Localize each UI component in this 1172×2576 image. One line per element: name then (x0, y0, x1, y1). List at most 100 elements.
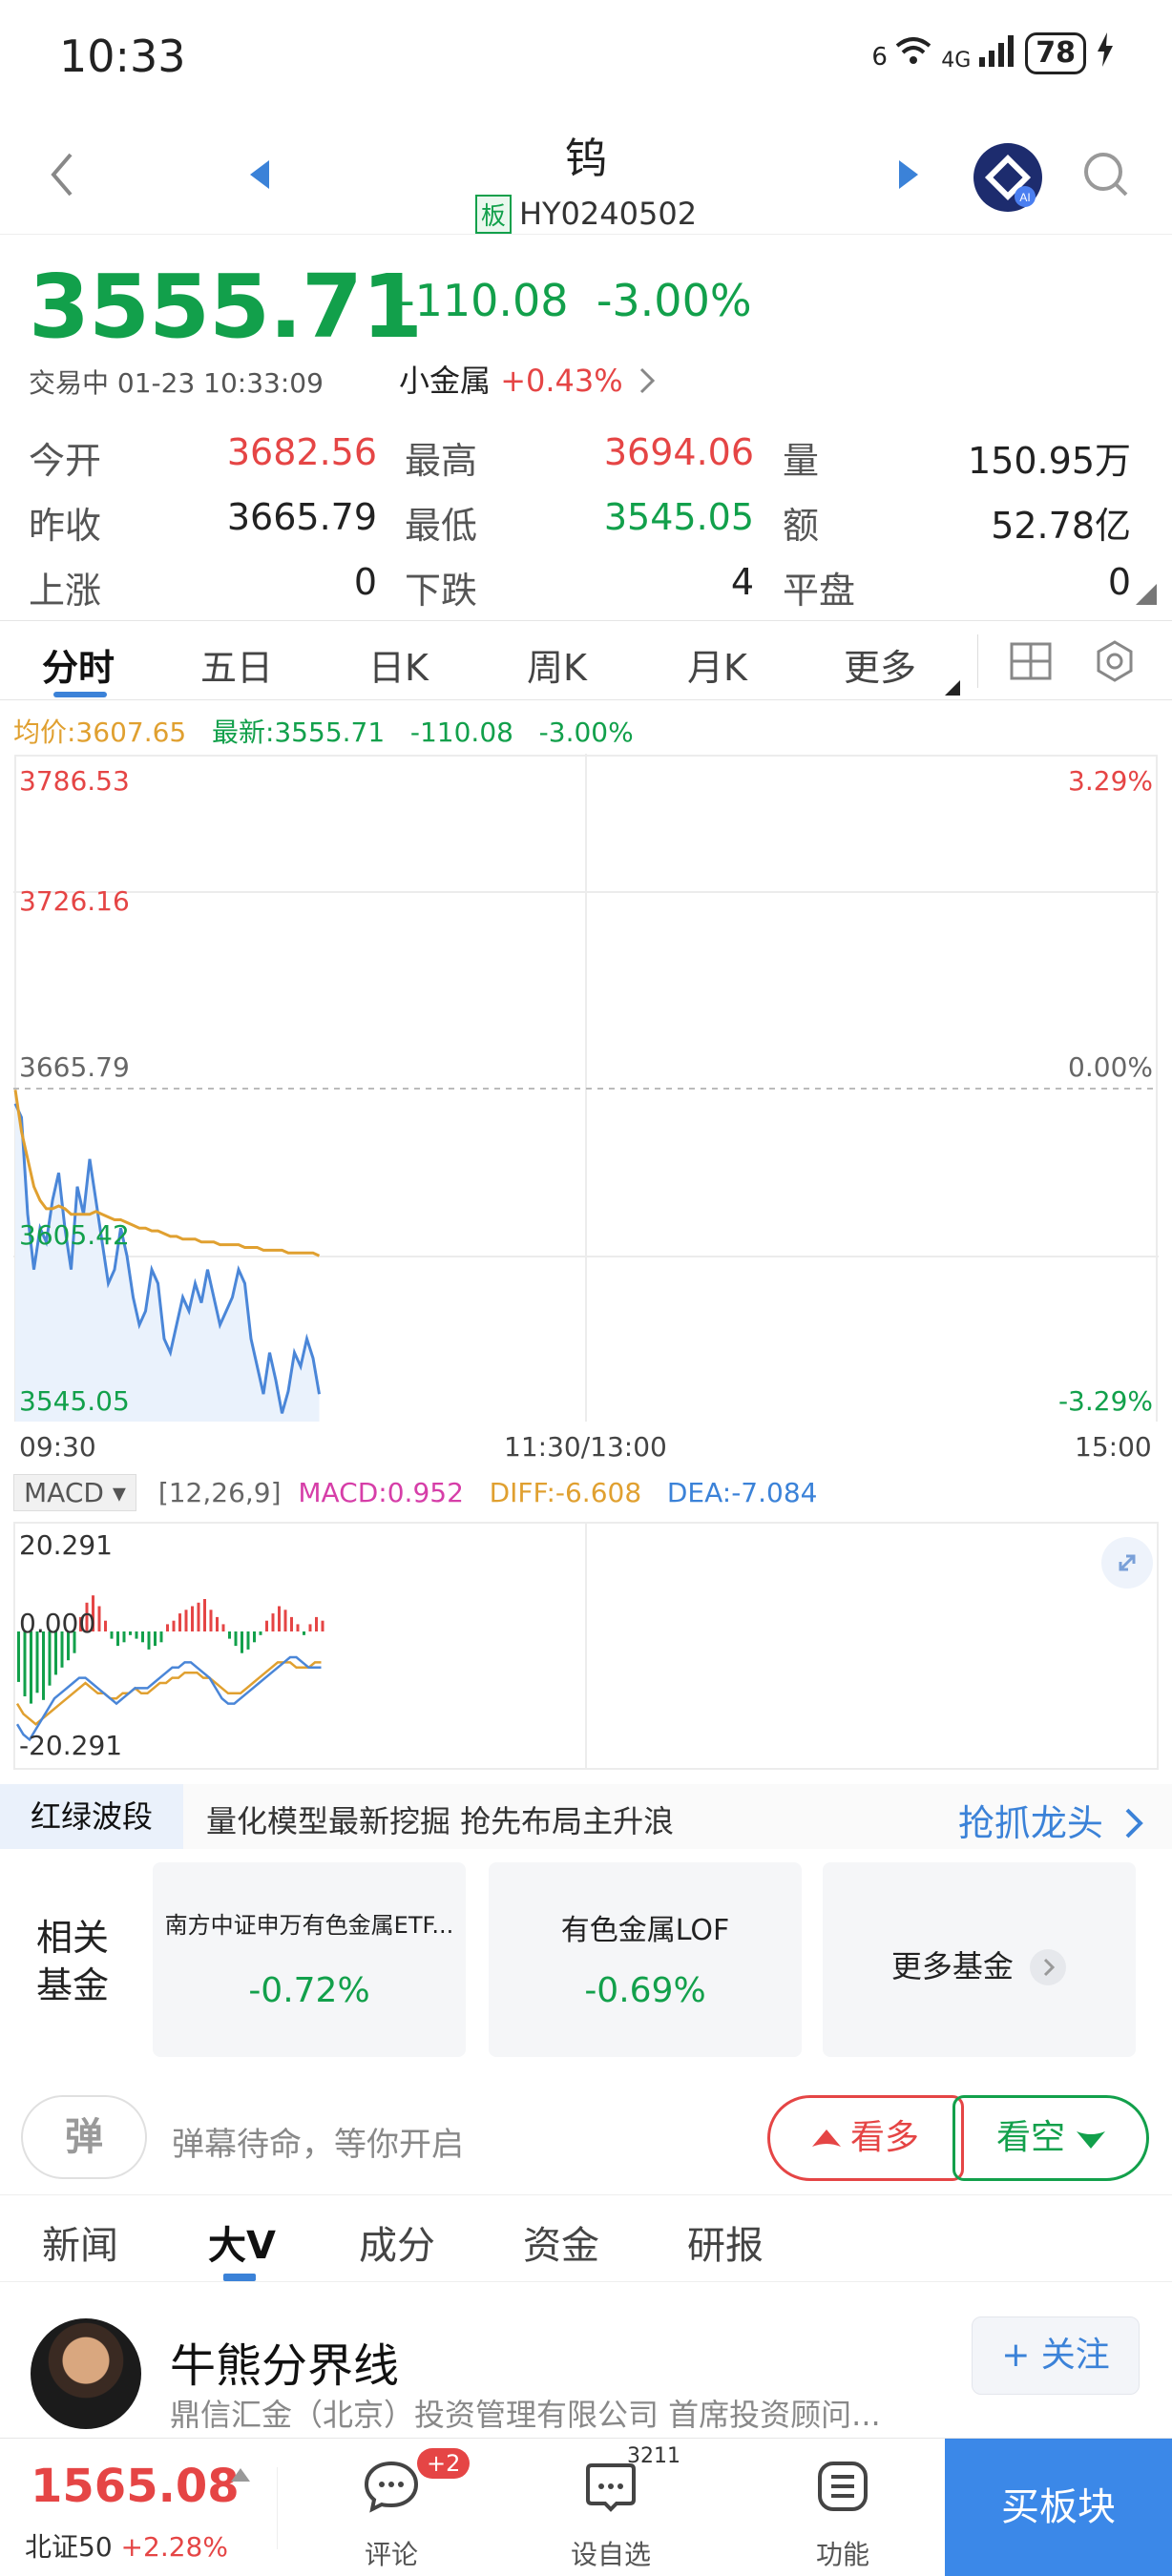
pct-label-zero: 0.00% (1068, 1051, 1153, 1083)
macd-histogram-bar (303, 1631, 305, 1635)
buy-sector-button[interactable]: 买板块 (945, 2439, 1172, 2576)
macd-legend: MACD ▾ [12,26,9] MACD:0.952 DIFF:-6.608 … (13, 1474, 817, 1511)
fund-change: -0.69% (584, 1971, 706, 2010)
macd-histogram-bar (122, 1631, 126, 1643)
macd-histogram-bar (271, 1613, 275, 1631)
tab-funds-flow[interactable]: 资金 (523, 2214, 599, 2270)
macd-histogram-bar (30, 1631, 32, 1704)
legend-chg: -110.08 (409, 717, 513, 748)
macd-params: [12,26,9] (157, 1477, 282, 1508)
bottom-bar: 1565.08 北证50 +2.28% +2 评论 3211 设自选 功能 买板… (0, 2438, 1172, 2576)
index-price: 1565.08 (31, 2460, 240, 2513)
high-value: 3694.06 (603, 431, 754, 473)
macd-histogram-bar (246, 1631, 250, 1650)
dea-line (15, 1655, 322, 1742)
expand-corner-icon[interactable] (1136, 584, 1157, 609)
more-funds-button[interactable]: 更多基金 (823, 1862, 1136, 2057)
fund-card[interactable]: 有色金属LOF -0.69% (489, 1862, 802, 2057)
macd-histogram-bar (234, 1631, 238, 1647)
active-tab-indicator (53, 692, 107, 697)
indicator-selector[interactable]: MACD ▾ (13, 1474, 136, 1511)
bearish-button[interactable]: 看空 (952, 2095, 1149, 2181)
promo-banner[interactable]: 红绿波段 量化模型最新挖掘 抢先布局主升浪 抢抓龙头 (0, 1784, 1172, 1849)
grid-layout-icon[interactable] (1010, 642, 1052, 684)
y-label-high: 3786.53 (19, 765, 130, 797)
bullish-button[interactable]: 看多 (767, 2095, 964, 2181)
macd-histogram-bar (104, 1620, 107, 1631)
related-funds-label: 相关 基金 (36, 1917, 110, 2006)
tab-daily-k[interactable]: 日K (368, 638, 429, 691)
low-value: 3545.05 (603, 496, 754, 538)
search-icon[interactable] (1082, 151, 1130, 202)
macd-chart[interactable]: 20.291 0.000 -20.291 (13, 1522, 1159, 1770)
tab-research[interactable]: 研报 (687, 2214, 764, 2270)
ai-assistant-icon[interactable]: AI (973, 143, 1042, 212)
macd-histogram-bar (228, 1631, 231, 1639)
macd-histogram-bar (129, 1631, 132, 1635)
macd-histogram-bar (221, 1624, 225, 1631)
macd-histogram-bar (110, 1631, 114, 1639)
tab-monthly-k[interactable]: 月K (687, 638, 747, 691)
macd-histogram-bar (278, 1606, 281, 1631)
status-icons: 6 4G 78 (871, 32, 1115, 74)
functions-button[interactable]: 功能 (781, 2439, 905, 2576)
y-label-mid-low: 3605.42 (19, 1219, 130, 1251)
follow-button[interactable]: + 关注 (972, 2316, 1140, 2395)
comment-button[interactable]: +2 评论 (329, 2439, 471, 2576)
caret-up-icon (231, 2467, 250, 2485)
prev-close-label: 昨收 (29, 505, 102, 547)
watchlist-count: 3211 (627, 2444, 680, 2468)
tab-news[interactable]: 新闻 (42, 2214, 118, 2270)
tab-five-day[interactable]: 五日 (200, 638, 273, 691)
macd-chart-svg (13, 1522, 1159, 1770)
y-label-mid-high: 3726.16 (19, 885, 130, 917)
macd-histogram-bar (308, 1624, 312, 1631)
add-watchlist-button[interactable]: 3211 设自选 (549, 2439, 680, 2576)
svg-text:AI: AI (1019, 191, 1030, 204)
intraday-chart[interactable]: 3786.53 3726.16 3665.79 3605.42 3545.05 … (13, 754, 1159, 1422)
chart-period-tabs: 分时 五日 日K 周K 月K 更多 (0, 620, 1172, 700)
tab-weekly-k[interactable]: 周K (527, 638, 587, 691)
avatar[interactable] (31, 2318, 141, 2429)
macd-histogram-bar (315, 1616, 318, 1631)
prev-close-value: 3665.79 (226, 496, 377, 538)
nav-bar: 钨 板 HY0240502 AI (0, 114, 1172, 235)
fullscreen-icon[interactable] (1101, 1537, 1153, 1589)
chart-legend: 均价:3607.65 最新:3555.71 -110.08 -3.00% (13, 712, 634, 750)
chevron-right-icon (1125, 1808, 1143, 1839)
x-label-midday: 11:30/13:00 (504, 1431, 667, 1463)
charging-icon (1096, 32, 1115, 74)
author-name[interactable]: 牛熊分界线 (170, 2328, 399, 2395)
volume-value: 150.95万 (968, 440, 1131, 482)
macd-value: MACD:0.952 (298, 1477, 464, 1508)
macd-histogram-bar (209, 1610, 213, 1631)
flat-count-label: 平盘 (783, 570, 856, 612)
status-bar: 10:33 6 4G 78 (0, 0, 1172, 114)
tab-intraday[interactable]: 分时 (42, 638, 115, 691)
next-stock-icon[interactable] (897, 160, 920, 193)
menu-list-icon (818, 2462, 868, 2511)
legend-pct: -3.00% (538, 717, 634, 748)
macd-histogram-bar (259, 1631, 262, 1635)
macd-histogram-bar (265, 1620, 268, 1631)
flat-count: 0 (1107, 561, 1131, 603)
tab-components[interactable]: 成分 (359, 2214, 435, 2270)
macd-histogram-bar (141, 1631, 144, 1643)
fund-card[interactable]: 南方中证申万有色金属ETF... -0.72% (153, 1862, 466, 2057)
danmu-input[interactable]: 弹幕待命，等你开启 (172, 2118, 464, 2165)
macd-y-mid: 0.000 (19, 1608, 96, 1639)
index-name-change: 北证50 +2.28% (25, 2531, 228, 2563)
promo-cta[interactable]: 抢抓龙头 (958, 1794, 1143, 1846)
sector-link[interactable]: 小金属 +0.43% (399, 357, 656, 401)
settings-icon[interactable] (1094, 640, 1136, 686)
macd-histogram-bar (178, 1613, 181, 1631)
macd-histogram-bar (172, 1620, 176, 1631)
macd-histogram-bar (147, 1631, 151, 1650)
macd-histogram-bar (216, 1616, 219, 1631)
tab-more[interactable]: 更多 (844, 638, 916, 691)
tab-big-v[interactable]: 大V (208, 2214, 276, 2270)
current-price: 3555.71 (29, 256, 423, 358)
danmu-toggle-button[interactable]: 弹 (21, 2095, 147, 2179)
promo-text: 量化模型最新挖掘 抢先布局主升浪 (206, 1803, 675, 1839)
macd-histogram-bar (166, 1624, 169, 1631)
